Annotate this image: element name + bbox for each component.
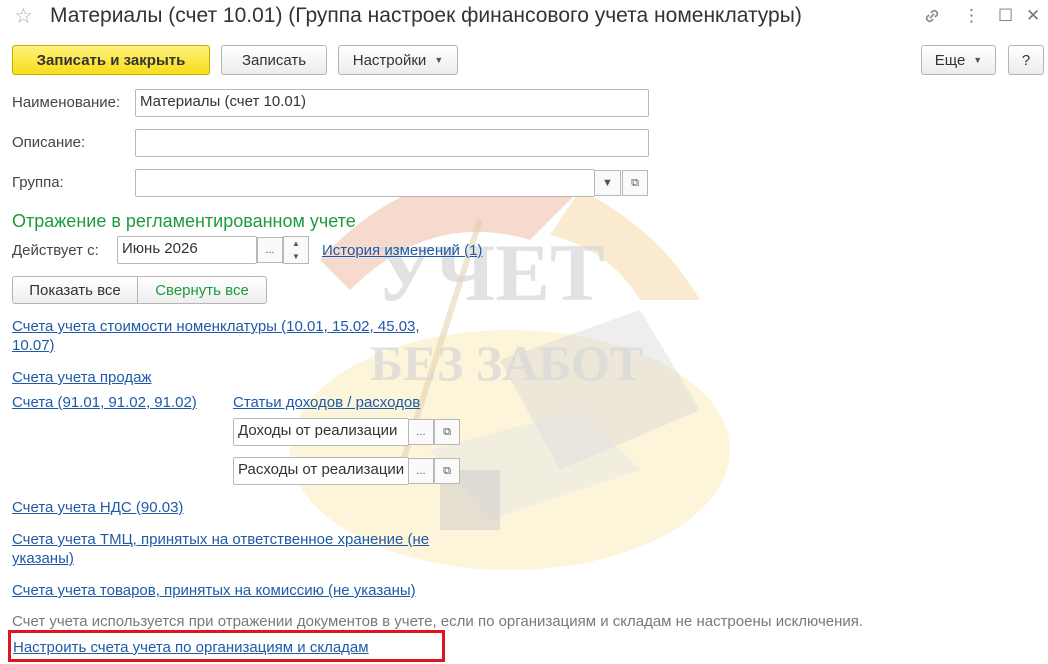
help-button[interactable]: ? bbox=[1008, 45, 1044, 75]
ellipsis-icon: ... bbox=[265, 244, 275, 256]
income-open-button[interactable]: ⧉ bbox=[434, 419, 460, 445]
show-all-button[interactable]: Показать все bbox=[12, 276, 138, 304]
chevron-down-icon: ▼ bbox=[434, 55, 444, 65]
link-icon[interactable] bbox=[922, 6, 942, 31]
spin-up-icon[interactable]: ▲ bbox=[284, 237, 308, 250]
maximize-icon[interactable]: ☐ bbox=[998, 6, 1013, 26]
open-icon: ⧉ bbox=[443, 464, 451, 477]
group-label: Группа: bbox=[12, 174, 64, 191]
group-open-button[interactable]: ⧉ bbox=[622, 170, 648, 196]
income-item-input[interactable]: Доходы от реализации bbox=[233, 418, 409, 446]
group-input[interactable] bbox=[135, 169, 595, 197]
ellipsis-icon: ... bbox=[416, 465, 426, 477]
cost-accounts-link-line1[interactable]: Счета учета стоимости номенклатуры (10.0… bbox=[12, 318, 420, 335]
income-expense-items-link[interactable]: Статьи доходов / расходов bbox=[233, 394, 420, 411]
star-icon[interactable]: ☆ bbox=[14, 4, 33, 29]
effective-date-label: Действует с: bbox=[12, 242, 99, 259]
more-label: Еще bbox=[934, 51, 966, 69]
chevron-down-icon: ▼ bbox=[973, 55, 983, 65]
chevron-down-icon: ▼ bbox=[602, 177, 613, 189]
tmc-accounts-link-line2[interactable]: указаны) bbox=[12, 550, 74, 567]
commission-accounts-link[interactable]: Счета учета товаров, принятых на комисси… bbox=[12, 582, 416, 599]
open-icon: ⧉ bbox=[443, 425, 451, 438]
collapse-all-label: Свернуть все bbox=[155, 281, 249, 299]
name-label: Наименование: bbox=[12, 94, 121, 111]
income-select-button[interactable]: ... bbox=[408, 419, 434, 445]
open-icon: ⧉ bbox=[631, 176, 639, 189]
close-icon[interactable]: ✕ bbox=[1026, 6, 1040, 26]
save-and-close-label: Записать и закрыть bbox=[36, 51, 186, 69]
date-select-button[interactable]: ... bbox=[257, 237, 283, 263]
description-input[interactable] bbox=[135, 129, 649, 157]
spin-down-icon[interactable]: ▼ bbox=[284, 250, 308, 263]
effective-date-input[interactable]: Июнь 2026 bbox=[117, 236, 257, 264]
expense-item-input[interactable]: Расходы от реализации bbox=[233, 457, 409, 485]
cost-accounts-link-line2[interactable]: 10.07) bbox=[12, 337, 55, 354]
accounts-91-link[interactable]: Счета (91.01, 91.02, 91.02) bbox=[12, 394, 197, 411]
more-button[interactable]: Еще ▼ bbox=[921, 45, 996, 75]
settings-label: Настройки bbox=[352, 51, 427, 69]
collapse-all-button[interactable]: Свернуть все bbox=[137, 276, 267, 304]
hint-text: Счет учета используется при отражении до… bbox=[12, 613, 864, 630]
expense-select-button[interactable]: ... bbox=[408, 458, 434, 484]
show-all-label: Показать все bbox=[29, 281, 121, 299]
window-title: Материалы (счет 10.01) (Группа настроек … bbox=[50, 4, 802, 27]
name-input[interactable]: Материалы (счет 10.01) bbox=[135, 89, 649, 117]
sales-accounts-link[interactable]: Счета учета продаж bbox=[12, 369, 152, 386]
settings-button[interactable]: Настройки ▼ bbox=[338, 45, 458, 75]
save-label: Записать bbox=[241, 51, 307, 69]
more-icon[interactable]: ⋮ bbox=[963, 6, 980, 26]
section-title: Отражение в регламентированном учете bbox=[12, 211, 356, 231]
help-label: ? bbox=[1021, 51, 1031, 69]
history-link[interactable]: История изменений (1) bbox=[322, 242, 482, 259]
tmc-accounts-link-line1[interactable]: Счета учета ТМЦ, принятых на ответственн… bbox=[12, 531, 429, 548]
ellipsis-icon: ... bbox=[416, 426, 426, 438]
watermark-line1: УЧЕТ bbox=[375, 227, 605, 318]
description-label: Описание: bbox=[12, 134, 86, 151]
group-dropdown-button[interactable]: ▼ bbox=[595, 170, 621, 196]
watermark-line2: БЕЗ ЗАБОТ bbox=[370, 335, 643, 391]
configure-accounts-link[interactable]: Настроить счета учета по организациям и … bbox=[13, 639, 369, 656]
date-spinner[interactable]: ▲ ▼ bbox=[283, 236, 309, 264]
vat-accounts-link[interactable]: Счета учета НДС (90.03) bbox=[12, 499, 183, 516]
save-button[interactable]: Записать bbox=[221, 45, 327, 75]
expense-open-button[interactable]: ⧉ bbox=[434, 458, 460, 484]
save-and-close-button[interactable]: Записать и закрыть bbox=[12, 45, 210, 75]
